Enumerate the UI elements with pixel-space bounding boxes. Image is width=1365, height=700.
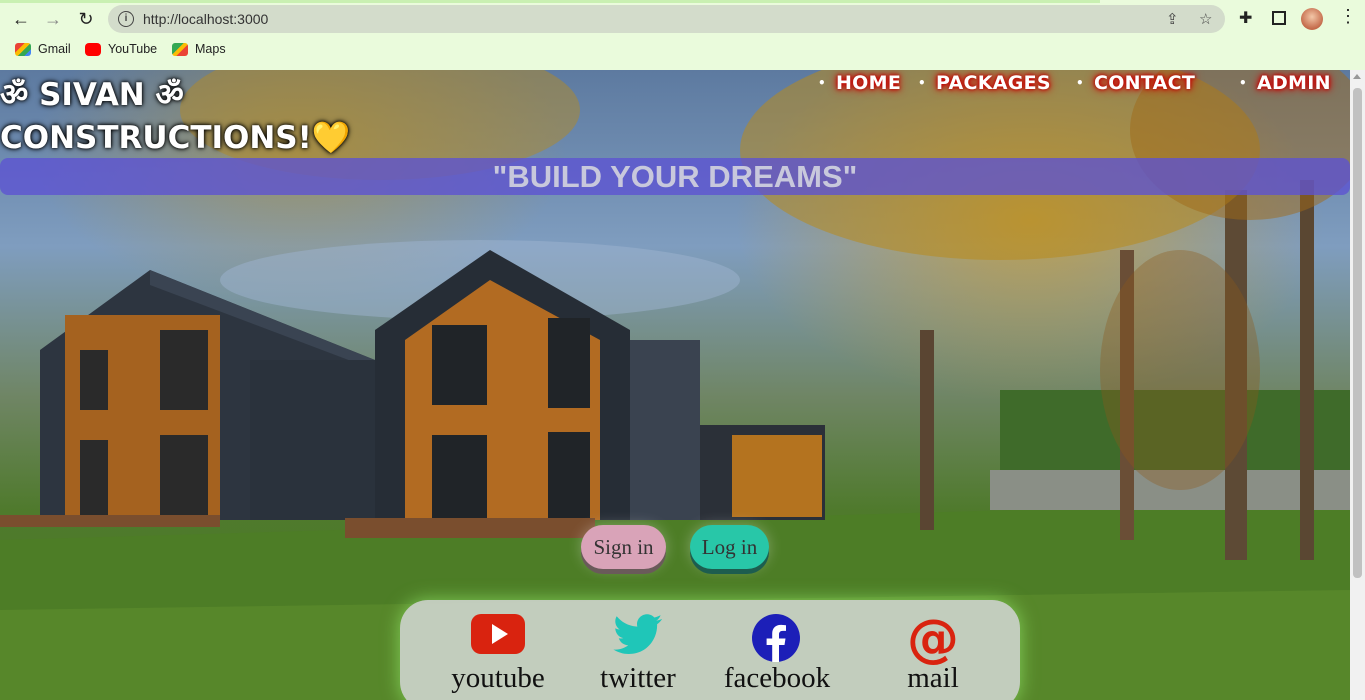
- side-panel-icon[interactable]: [1272, 11, 1286, 25]
- nav-contact-label: CONTACT: [1093, 72, 1196, 94]
- menu-kebab-icon[interactable]: ⋮: [1339, 6, 1357, 27]
- page-scrollbar[interactable]: [1350, 70, 1365, 700]
- nav-admin[interactable]: • ADMIN: [1239, 70, 1331, 96]
- youtube-icon: [471, 614, 525, 654]
- site-info-icon[interactable]: i: [118, 11, 134, 27]
- nav-contact[interactable]: • CONTACT: [1076, 70, 1195, 96]
- bullet-icon: •: [1239, 76, 1247, 90]
- heart-icon: 💛: [311, 120, 351, 156]
- social-label: mail: [907, 662, 959, 694]
- bookmark-label: Maps: [195, 42, 226, 56]
- logo-line-1: ॐ SIVAN ॐ: [0, 77, 184, 113]
- scroll-up-arrow-icon[interactable]: [1353, 74, 1361, 79]
- social-label: twitter: [600, 662, 676, 694]
- profile-avatar[interactable]: [1301, 8, 1323, 30]
- back-arrow-icon[interactable]: ←: [10, 8, 32, 30]
- bookmark-star-icon[interactable]: ☆: [1199, 10, 1212, 28]
- loading-bar: [0, 0, 1100, 3]
- site-logo[interactable]: ॐ SIVAN ॐ CONSTRUCTIONS!💛: [0, 74, 360, 160]
- svg-text:@: @: [907, 614, 959, 666]
- sign-in-button[interactable]: Sign in: [581, 525, 666, 569]
- social-links-panel: youtube twitter facebook @ mail: [400, 600, 1020, 700]
- nav-admin-label: ADMIN: [1256, 72, 1331, 94]
- logo-line-2: CONSTRUCTIONS!: [0, 120, 312, 156]
- youtube-icon: [85, 42, 101, 56]
- bookmark-maps[interactable]: Maps: [172, 42, 226, 56]
- url-text[interactable]: http://localhost:3000: [143, 11, 268, 27]
- tagline-banner: "BUILD YOUR DREAMS": [0, 158, 1350, 195]
- scrollbar-thumb[interactable]: [1353, 88, 1362, 578]
- twitter-icon: [613, 614, 663, 654]
- gmail-icon: [15, 42, 31, 56]
- bullet-icon: •: [818, 76, 826, 90]
- forward-arrow-icon[interactable]: →: [42, 8, 64, 30]
- browser-chrome: ← → ↻ i http://localhost:3000 ⇪ ☆ ✚ ⋮ Gm…: [0, 0, 1365, 70]
- address-bar[interactable]: i http://localhost:3000 ⇪ ☆: [108, 5, 1225, 33]
- log-in-button[interactable]: Log in: [690, 525, 769, 569]
- nav-packages-label: PACKAGES: [935, 72, 1051, 94]
- extensions-puzzle-icon[interactable]: ✚: [1239, 8, 1252, 28]
- facebook-icon: [752, 614, 800, 662]
- bullet-icon: •: [1076, 76, 1084, 90]
- social-label: facebook: [723, 662, 831, 694]
- share-icon[interactable]: ⇪: [1166, 10, 1179, 28]
- page-viewport: ॐ SIVAN ॐ CONSTRUCTIONS!💛 • HOME • PACKA…: [0, 70, 1350, 700]
- bullet-icon: •: [918, 76, 926, 90]
- bookmark-label: Gmail: [38, 42, 71, 56]
- bookmark-gmail[interactable]: Gmail: [15, 42, 71, 56]
- bookmark-youtube[interactable]: YouTube: [85, 42, 157, 56]
- nav-home[interactable]: • HOME: [818, 70, 901, 96]
- at-sign-icon: @: [907, 614, 959, 666]
- nav-packages[interactable]: • PACKAGES: [918, 70, 1051, 96]
- maps-icon: [172, 42, 188, 56]
- reload-icon[interactable]: ↻: [75, 8, 97, 30]
- bookmark-label: YouTube: [108, 42, 158, 56]
- social-label: youtube: [451, 662, 545, 694]
- nav-home-label: HOME: [835, 72, 902, 94]
